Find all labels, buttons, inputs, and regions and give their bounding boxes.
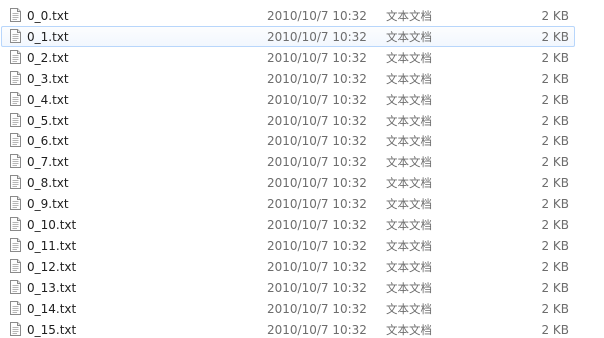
file-type: 文本文档 [386,323,432,337]
file-size: 2 KB [541,93,569,107]
file-date-modified: 2010/10/7 10:32 [267,260,367,274]
file-date-modified: 2010/10/7 10:32 [267,323,367,337]
file-size: 2 KB [541,30,569,44]
text-document-icon [10,175,21,189]
file-size: 2 KB [541,197,569,211]
file-type: 文本文档 [386,9,432,23]
file-date-modified: 2010/10/7 10:32 [267,155,367,169]
text-document-icon [10,238,21,252]
file-size: 2 KB [541,155,569,169]
file-name: 0_3.txt [27,72,69,86]
text-document-icon [10,8,21,22]
file-name: 0_9.txt [27,197,69,211]
file-name: 0_14.txt [27,302,77,316]
file-row[interactable]: 0_4.txt 2010/10/7 10:32 文本文档 2 KB [1,89,575,110]
file-date-modified: 2010/10/7 10:32 [267,281,367,295]
text-document-icon [10,29,21,43]
file-name: 0_0.txt [27,9,69,23]
text-document-icon [10,217,21,231]
file-name: 0_4.txt [27,93,69,107]
text-document-icon [10,50,21,64]
file-row[interactable]: 0_6.txt 2010/10/7 10:32 文本文档 2 KB [1,130,575,151]
file-size: 2 KB [541,281,569,295]
file-row[interactable]: 0_13.txt 2010/10/7 10:32 文本文档 2 KB [1,277,575,298]
file-date-modified: 2010/10/7 10:32 [267,197,367,211]
file-type: 文本文档 [386,51,432,65]
file-type: 文本文档 [386,93,432,107]
file-list: 0_0.txt 2010/10/7 10:32 文本文档 2 KB 0_1.txt 20… [0,0,604,338]
file-type: 文本文档 [386,302,432,316]
file-name: 0_8.txt [27,176,69,190]
file-size: 2 KB [541,51,569,65]
text-document-icon [10,280,21,294]
file-date-modified: 2010/10/7 10:32 [267,51,367,65]
file-row[interactable]: 0_1.txt 2010/10/7 10:32 文本文档 2 KB [1,26,575,47]
file-row[interactable]: 0_11.txt 2010/10/7 10:32 文本文档 2 KB [1,235,575,256]
file-type: 文本文档 [386,260,432,274]
file-type: 文本文档 [386,197,432,211]
text-document-icon [10,71,21,85]
file-size: 2 KB [541,260,569,274]
file-type: 文本文档 [386,72,432,86]
file-size: 2 KB [541,134,569,148]
file-row[interactable]: 0_3.txt 2010/10/7 10:32 文本文档 2 KB [1,68,575,89]
file-type: 文本文档 [386,218,432,232]
file-name: 0_6.txt [27,134,69,148]
file-name: 0_5.txt [27,114,69,128]
file-type: 文本文档 [386,281,432,295]
file-type: 文本文档 [386,134,432,148]
file-date-modified: 2010/10/7 10:32 [267,302,367,316]
file-name: 0_11.txt [27,239,77,253]
text-document-icon [10,322,21,336]
file-name: 0_12.txt [27,260,77,274]
file-row[interactable]: 0_0.txt 2010/10/7 10:32 文本文档 2 KB [1,5,575,26]
file-type: 文本文档 [386,239,432,253]
text-document-icon [10,259,21,273]
file-size: 2 KB [541,176,569,190]
text-document-icon [10,133,21,147]
text-document-icon [10,301,21,315]
file-date-modified: 2010/10/7 10:32 [267,72,367,86]
file-size: 2 KB [541,72,569,86]
file-name: 0_2.txt [27,51,69,65]
file-row[interactable]: 0_14.txt 2010/10/7 10:32 文本文档 2 KB [1,298,575,319]
file-type: 文本文档 [386,114,432,128]
file-row[interactable]: 0_8.txt 2010/10/7 10:32 文本文档 2 KB [1,172,575,193]
file-row[interactable]: 0_10.txt 2010/10/7 10:32 文本文档 2 KB [1,214,575,235]
file-row[interactable]: 0_12.txt 2010/10/7 10:32 文本文档 2 KB [1,256,575,277]
file-size: 2 KB [541,9,569,23]
file-date-modified: 2010/10/7 10:32 [267,30,367,44]
file-date-modified: 2010/10/7 10:32 [267,218,367,232]
file-date-modified: 2010/10/7 10:32 [267,239,367,253]
file-type: 文本文档 [386,155,432,169]
file-name: 0_7.txt [27,155,69,169]
file-name: 0_15.txt [27,323,77,337]
file-size: 2 KB [541,302,569,316]
text-document-icon [10,196,21,210]
file-size: 2 KB [541,323,569,337]
file-row[interactable]: 0_5.txt 2010/10/7 10:32 文本文档 2 KB [1,110,575,131]
file-type: 文本文档 [386,176,432,190]
file-name: 0_1.txt [27,30,69,44]
file-name: 0_10.txt [27,218,77,232]
file-size: 2 KB [541,114,569,128]
file-size: 2 KB [541,218,569,232]
text-document-icon [10,154,21,168]
file-date-modified: 2010/10/7 10:32 [267,176,367,190]
file-date-modified: 2010/10/7 10:32 [267,9,367,23]
text-document-icon [10,92,21,106]
file-type: 文本文档 [386,30,432,44]
file-row[interactable]: 0_15.txt 2010/10/7 10:32 文本文档 2 KB [1,319,575,338]
text-document-icon [10,113,21,127]
file-row[interactable]: 0_7.txt 2010/10/7 10:32 文本文档 2 KB [1,151,575,172]
file-row[interactable]: 0_2.txt 2010/10/7 10:32 文本文档 2 KB [1,47,575,68]
file-row[interactable]: 0_9.txt 2010/10/7 10:32 文本文档 2 KB [1,193,575,214]
file-date-modified: 2010/10/7 10:32 [267,93,367,107]
file-name: 0_13.txt [27,281,77,295]
file-size: 2 KB [541,239,569,253]
file-date-modified: 2010/10/7 10:32 [267,134,367,148]
file-date-modified: 2010/10/7 10:32 [267,114,367,128]
